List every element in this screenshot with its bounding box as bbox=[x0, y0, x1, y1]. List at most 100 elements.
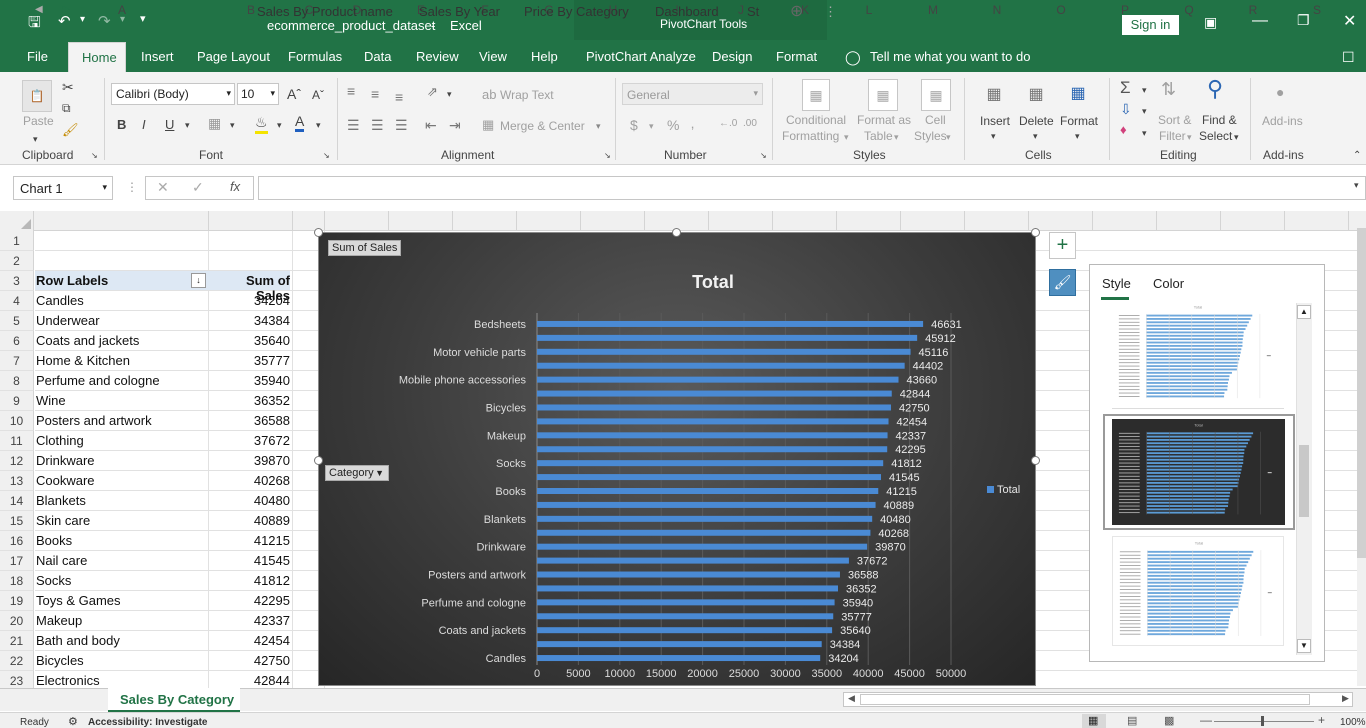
zoom-out-icon[interactable]: — bbox=[1200, 713, 1212, 727]
pivot-row-label[interactable]: Bicycles bbox=[36, 653, 84, 668]
resize-handle[interactable] bbox=[672, 228, 681, 237]
tab-view[interactable]: View bbox=[479, 49, 507, 64]
percent-button[interactable]: % bbox=[667, 117, 679, 133]
clear-icon[interactable]: ♦ bbox=[1120, 122, 1127, 137]
row-header[interactable]: 19 bbox=[0, 591, 34, 611]
pivot-row-label[interactable]: Socks bbox=[36, 573, 71, 588]
row-header[interactable]: 10 bbox=[0, 411, 34, 431]
column-header[interactable]: P bbox=[1093, 3, 1157, 17]
row-header[interactable]: 16 bbox=[0, 531, 34, 551]
chart-bar[interactable] bbox=[537, 488, 879, 494]
fill-color-icon[interactable]: ♨ bbox=[255, 114, 268, 134]
delete-cells-icon[interactable]: ▦ bbox=[1021, 80, 1051, 108]
pivot-row-label[interactable]: Toys & Games bbox=[36, 593, 121, 608]
autosum-dropdown-icon[interactable]: ▾ bbox=[1142, 85, 1147, 96]
zoom-slider[interactable] bbox=[1214, 721, 1314, 722]
tab-page-layout[interactable]: Page Layout bbox=[197, 49, 270, 64]
tab-formulas[interactable]: Formulas bbox=[288, 49, 342, 64]
clear-dropdown-icon[interactable]: ▾ bbox=[1142, 128, 1147, 139]
sheet-tab-sales-by-product-name[interactable]: Sales By Product name bbox=[257, 4, 393, 19]
alignment-launcher-icon[interactable]: ↘ bbox=[604, 151, 611, 160]
tell-me-search[interactable]: Tell me what you want to do bbox=[870, 49, 1030, 64]
row-header[interactable]: 2 bbox=[0, 251, 34, 271]
row-header[interactable]: 11 bbox=[0, 431, 34, 451]
collapse-ribbon-icon[interactable]: ⌃ bbox=[1353, 150, 1361, 161]
find-select-icon[interactable]: ⚲ bbox=[1207, 76, 1223, 102]
underline-dropdown-icon[interactable]: ▾ bbox=[185, 120, 190, 131]
tab-style[interactable]: Style bbox=[1102, 276, 1131, 291]
page-break-view-icon[interactable]: ▩ bbox=[1164, 714, 1174, 727]
tab-home[interactable]: Home bbox=[68, 42, 126, 72]
resize-handle[interactable] bbox=[1031, 228, 1040, 237]
paste-icon[interactable]: 📋 bbox=[22, 80, 52, 112]
column-header[interactable]: L bbox=[837, 3, 901, 17]
chart-styles-button[interactable]: 🖌 bbox=[1049, 269, 1076, 296]
tab-insert[interactable]: Insert bbox=[141, 49, 174, 64]
pivot-row-label[interactable]: Cookware bbox=[36, 473, 95, 488]
column-header[interactable]: M bbox=[901, 3, 965, 17]
format-cells-icon[interactable]: ▦ bbox=[1063, 78, 1093, 108]
decrease-decimal-button[interactable]: .00 bbox=[743, 118, 757, 129]
add-ins-icon[interactable]: ● bbox=[1276, 84, 1284, 100]
decrease-indent-icon[interactable]: ⇤ bbox=[425, 117, 437, 134]
sheet-tab-st[interactable]: St bbox=[747, 4, 759, 19]
sheet-tab-sales-by-category[interactable]: Sales By Category bbox=[108, 688, 240, 712]
comments-icon[interactable]: ☐ bbox=[1342, 49, 1355, 66]
row-header[interactable]: 7 bbox=[0, 351, 34, 371]
conditional-formatting-button[interactable]: Conditional bbox=[786, 113, 846, 127]
tab-file[interactable]: File bbox=[27, 49, 48, 64]
pivot-row-label[interactable]: Clothing bbox=[36, 433, 84, 448]
insert-dropdown-icon[interactable]: ▾ bbox=[991, 131, 996, 142]
next-sheet-icon[interactable]: ▶ bbox=[62, 4, 70, 15]
column-header[interactable]: Q bbox=[1157, 3, 1221, 17]
column-header[interactable]: R bbox=[1221, 3, 1285, 17]
resize-handle[interactable] bbox=[1031, 456, 1040, 465]
chart-bar[interactable] bbox=[537, 585, 838, 592]
cut-icon[interactable]: ✂ bbox=[62, 79, 74, 96]
increase-decimal-button[interactable]: ←.0 bbox=[719, 118, 737, 129]
tab-help[interactable]: Help bbox=[531, 49, 558, 64]
chart-bar[interactable] bbox=[537, 320, 924, 327]
tab-pivotchart-analyze[interactable]: PivotChart Analyze bbox=[586, 49, 696, 64]
chart-bar[interactable] bbox=[537, 460, 884, 467]
sum-of-sales-field-button[interactable]: Sum of Sales bbox=[328, 240, 402, 256]
add-sheet-icon[interactable]: ⊕ bbox=[790, 1, 803, 21]
align-right-icon[interactable]: ☰ bbox=[395, 117, 408, 134]
pivot-row-label[interactable]: Bath and body bbox=[36, 633, 120, 648]
style-thumbnail-3[interactable]: Total bbox=[1112, 536, 1284, 646]
chart-bar[interactable] bbox=[537, 474, 881, 481]
row-header[interactable]: 22 bbox=[0, 651, 34, 671]
conditional-formatting-icon[interactable]: ▦ bbox=[802, 79, 830, 111]
tab-design[interactable]: Design bbox=[712, 49, 752, 64]
chart-bar[interactable] bbox=[537, 627, 833, 634]
merge-center-button[interactable]: Merge & Center bbox=[500, 119, 585, 133]
align-center-icon[interactable]: ☰ bbox=[371, 117, 384, 134]
pivot-row-label[interactable]: Skin care bbox=[36, 513, 90, 528]
format-as-table-icon[interactable]: ▦ bbox=[868, 79, 898, 111]
pivot-row-label[interactable]: Nail care bbox=[36, 553, 87, 568]
scroll-right-icon[interactable]: ▶ bbox=[1342, 693, 1349, 704]
shrink-font-icon[interactable]: Aˇ bbox=[312, 88, 324, 102]
tab-review[interactable]: Review bbox=[416, 49, 459, 64]
fill-icon[interactable]: ⇩ bbox=[1120, 101, 1132, 118]
scroll-up-icon[interactable]: ▲ bbox=[1297, 305, 1311, 319]
find-select-button[interactable]: Find & bbox=[1202, 113, 1237, 127]
chart-bar[interactable] bbox=[537, 501, 876, 508]
cell-styles-icon[interactable]: ▦ bbox=[921, 79, 951, 111]
fill-dropdown-icon[interactable]: ▾ bbox=[1142, 106, 1147, 117]
font-size-select[interactable]: 10 ▾ bbox=[237, 83, 279, 105]
expand-formula-icon[interactable]: ▾ bbox=[1354, 180, 1359, 191]
row-header[interactable]: 12 bbox=[0, 451, 34, 471]
autosum-icon[interactable]: Σ bbox=[1120, 78, 1131, 98]
delete-button[interactable]: Delete bbox=[1019, 114, 1054, 128]
delete-dropdown-icon[interactable]: ▾ bbox=[1033, 131, 1038, 142]
row-header[interactable]: 4 bbox=[0, 291, 34, 311]
sheet-tab-sales-by-year[interactable]: Sales By Year bbox=[419, 4, 500, 19]
page-layout-view-icon[interactable]: ▤ bbox=[1127, 714, 1137, 727]
borders-dropdown-icon[interactable]: ▾ bbox=[230, 120, 235, 131]
pivot-row-label[interactable]: Books bbox=[36, 533, 72, 548]
sheet-scroll-thumb[interactable] bbox=[1357, 228, 1366, 558]
chart-bar[interactable] bbox=[537, 362, 905, 369]
sheet-tab-price-by-category[interactable]: Price By Category bbox=[524, 4, 629, 19]
accessibility-status[interactable]: Accessibility: Investigate bbox=[88, 717, 208, 728]
